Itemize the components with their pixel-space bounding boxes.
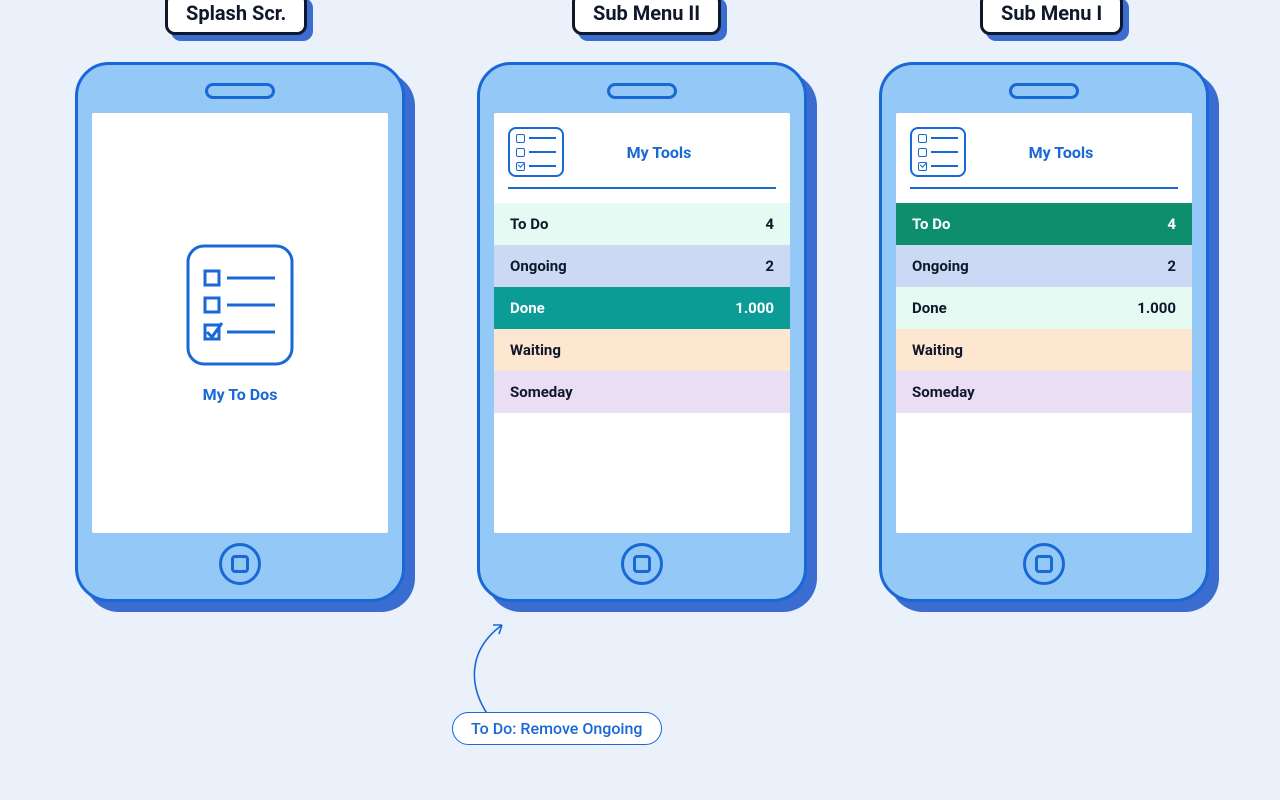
menu-row-label: Done	[912, 299, 947, 317]
screen-submenu-1: My Tools To Do 4 Ongoing 2 Done 1.000 Waiting S…	[896, 113, 1192, 533]
checklist-icon	[185, 243, 295, 367]
annotation-arrow-icon	[458, 615, 518, 725]
phone-submenu-1: My Tools To Do 4 Ongoing 2 Done 1.000 Waiting S…	[879, 62, 1209, 602]
screen-submenu-2: My Tools To Do 4 Ongoing 2 Done 1.000 Waiting S…	[494, 113, 790, 533]
menu-row-label: Ongoing	[912, 257, 969, 275]
label-splash: Splash Scr.	[165, 0, 307, 35]
splash-app-name: My To Dos	[203, 385, 278, 404]
menu-row-label: Waiting	[912, 341, 963, 359]
menu-row-label: Waiting	[510, 341, 561, 359]
menu-row[interactable]: Ongoing 2	[494, 245, 790, 287]
menu-row-count: 4	[765, 215, 774, 233]
menu-row[interactable]: Done 1.000	[896, 287, 1192, 329]
menu-row-count: 4	[1167, 215, 1176, 233]
menu-row-label: Someday	[510, 383, 573, 401]
tools-title: My Tools	[582, 143, 736, 162]
phone-splash: My To Dos	[75, 62, 405, 602]
menu-row[interactable]: Waiting	[494, 329, 790, 371]
menu-row-label: To Do	[912, 215, 950, 233]
phone-speaker	[607, 83, 677, 99]
menu-list: To Do 4 Ongoing 2 Done 1.000 Waiting Someday	[494, 203, 790, 413]
menu-list: To Do 4 Ongoing 2 Done 1.000 Waiting Someday	[896, 203, 1192, 413]
menu-row-count: 1.000	[735, 299, 774, 317]
menu-row[interactable]: Someday	[494, 371, 790, 413]
canvas: Splash Scr. Sub Menu II Sub Menu I	[0, 0, 1280, 800]
menu-row[interactable]: Waiting	[896, 329, 1192, 371]
home-button[interactable]	[621, 543, 663, 585]
menu-row[interactable]: To Do 4	[896, 203, 1192, 245]
menu-row-count: 2	[765, 257, 774, 275]
screen-splash: My To Dos	[92, 113, 388, 533]
menu-row-label: Someday	[912, 383, 975, 401]
phone-speaker	[205, 83, 275, 99]
menu-row-label: Done	[510, 299, 545, 317]
menu-row-label: Ongoing	[510, 257, 567, 275]
label-submenu-1: Sub Menu I	[980, 0, 1123, 35]
phone-speaker	[1009, 83, 1079, 99]
menu-row[interactable]: To Do 4	[494, 203, 790, 245]
menu-row[interactable]: Done 1.000	[494, 287, 790, 329]
menu-row-label: To Do	[510, 215, 548, 233]
annotation-note: To Do: Remove Ongoing	[452, 712, 662, 745]
tools-title: My Tools	[984, 143, 1138, 162]
checklist-icon	[508, 127, 564, 177]
menu-row-count: 1.000	[1137, 299, 1176, 317]
menu-row-count: 2	[1167, 257, 1176, 275]
checklist-icon	[910, 127, 966, 177]
phone-submenu-2: My Tools To Do 4 Ongoing 2 Done 1.000 Waiting S…	[477, 62, 807, 602]
home-button[interactable]	[1023, 543, 1065, 585]
menu-row[interactable]: Ongoing 2	[896, 245, 1192, 287]
home-button[interactable]	[219, 543, 261, 585]
label-submenu-2: Sub Menu II	[572, 0, 721, 35]
menu-row[interactable]: Someday	[896, 371, 1192, 413]
